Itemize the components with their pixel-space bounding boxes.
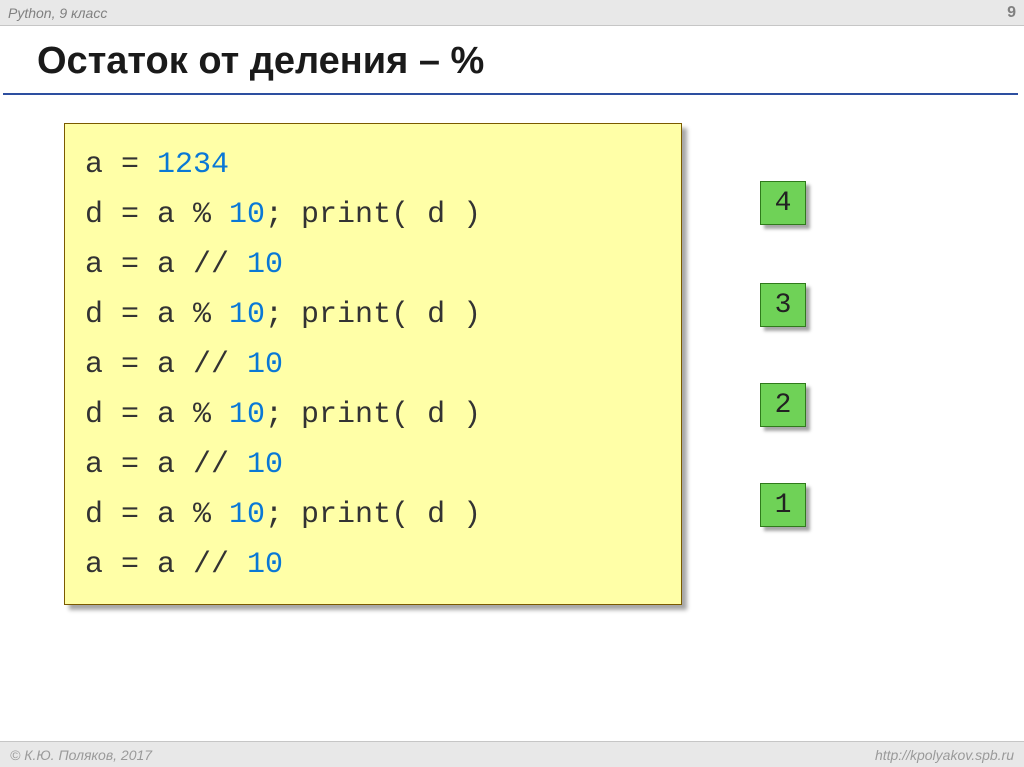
result-box: 3 [760,283,806,327]
code-line: d = a % 10; print( d ) [85,390,661,440]
page-number: 9 [1007,4,1016,22]
code-box: a = 1234 d = a % 10; print( d ) a = a //… [64,123,682,605]
code-line: a = a // 10 [85,340,661,390]
footer-url: http://kpolyakov.spb.ru [875,747,1014,763]
code-line: d = a % 10; print( d ) [85,290,661,340]
result-box: 4 [760,181,806,225]
result-box: 1 [760,483,806,527]
top-bar: Python, 9 класс 9 [0,0,1024,26]
course-label: Python, 9 класс [8,5,107,21]
footer-bar: © К.Ю. Поляков, 2017 http://kpolyakov.sp… [0,741,1024,767]
code-line: d = a % 10; print( d ) [85,190,661,240]
result-box: 2 [760,383,806,427]
copyright: © К.Ю. Поляков, 2017 [10,747,152,763]
code-line: d = a % 10; print( d ) [85,490,661,540]
code-line: a = a // 10 [85,440,661,490]
slide-title: Остаток от деления – % [3,26,1018,95]
content-area: a = 1234 d = a % 10; print( d ) a = a //… [0,95,1024,123]
code-line: a = 1234 [85,140,661,190]
code-line: a = a // 10 [85,540,661,590]
code-line: a = a // 10 [85,240,661,290]
